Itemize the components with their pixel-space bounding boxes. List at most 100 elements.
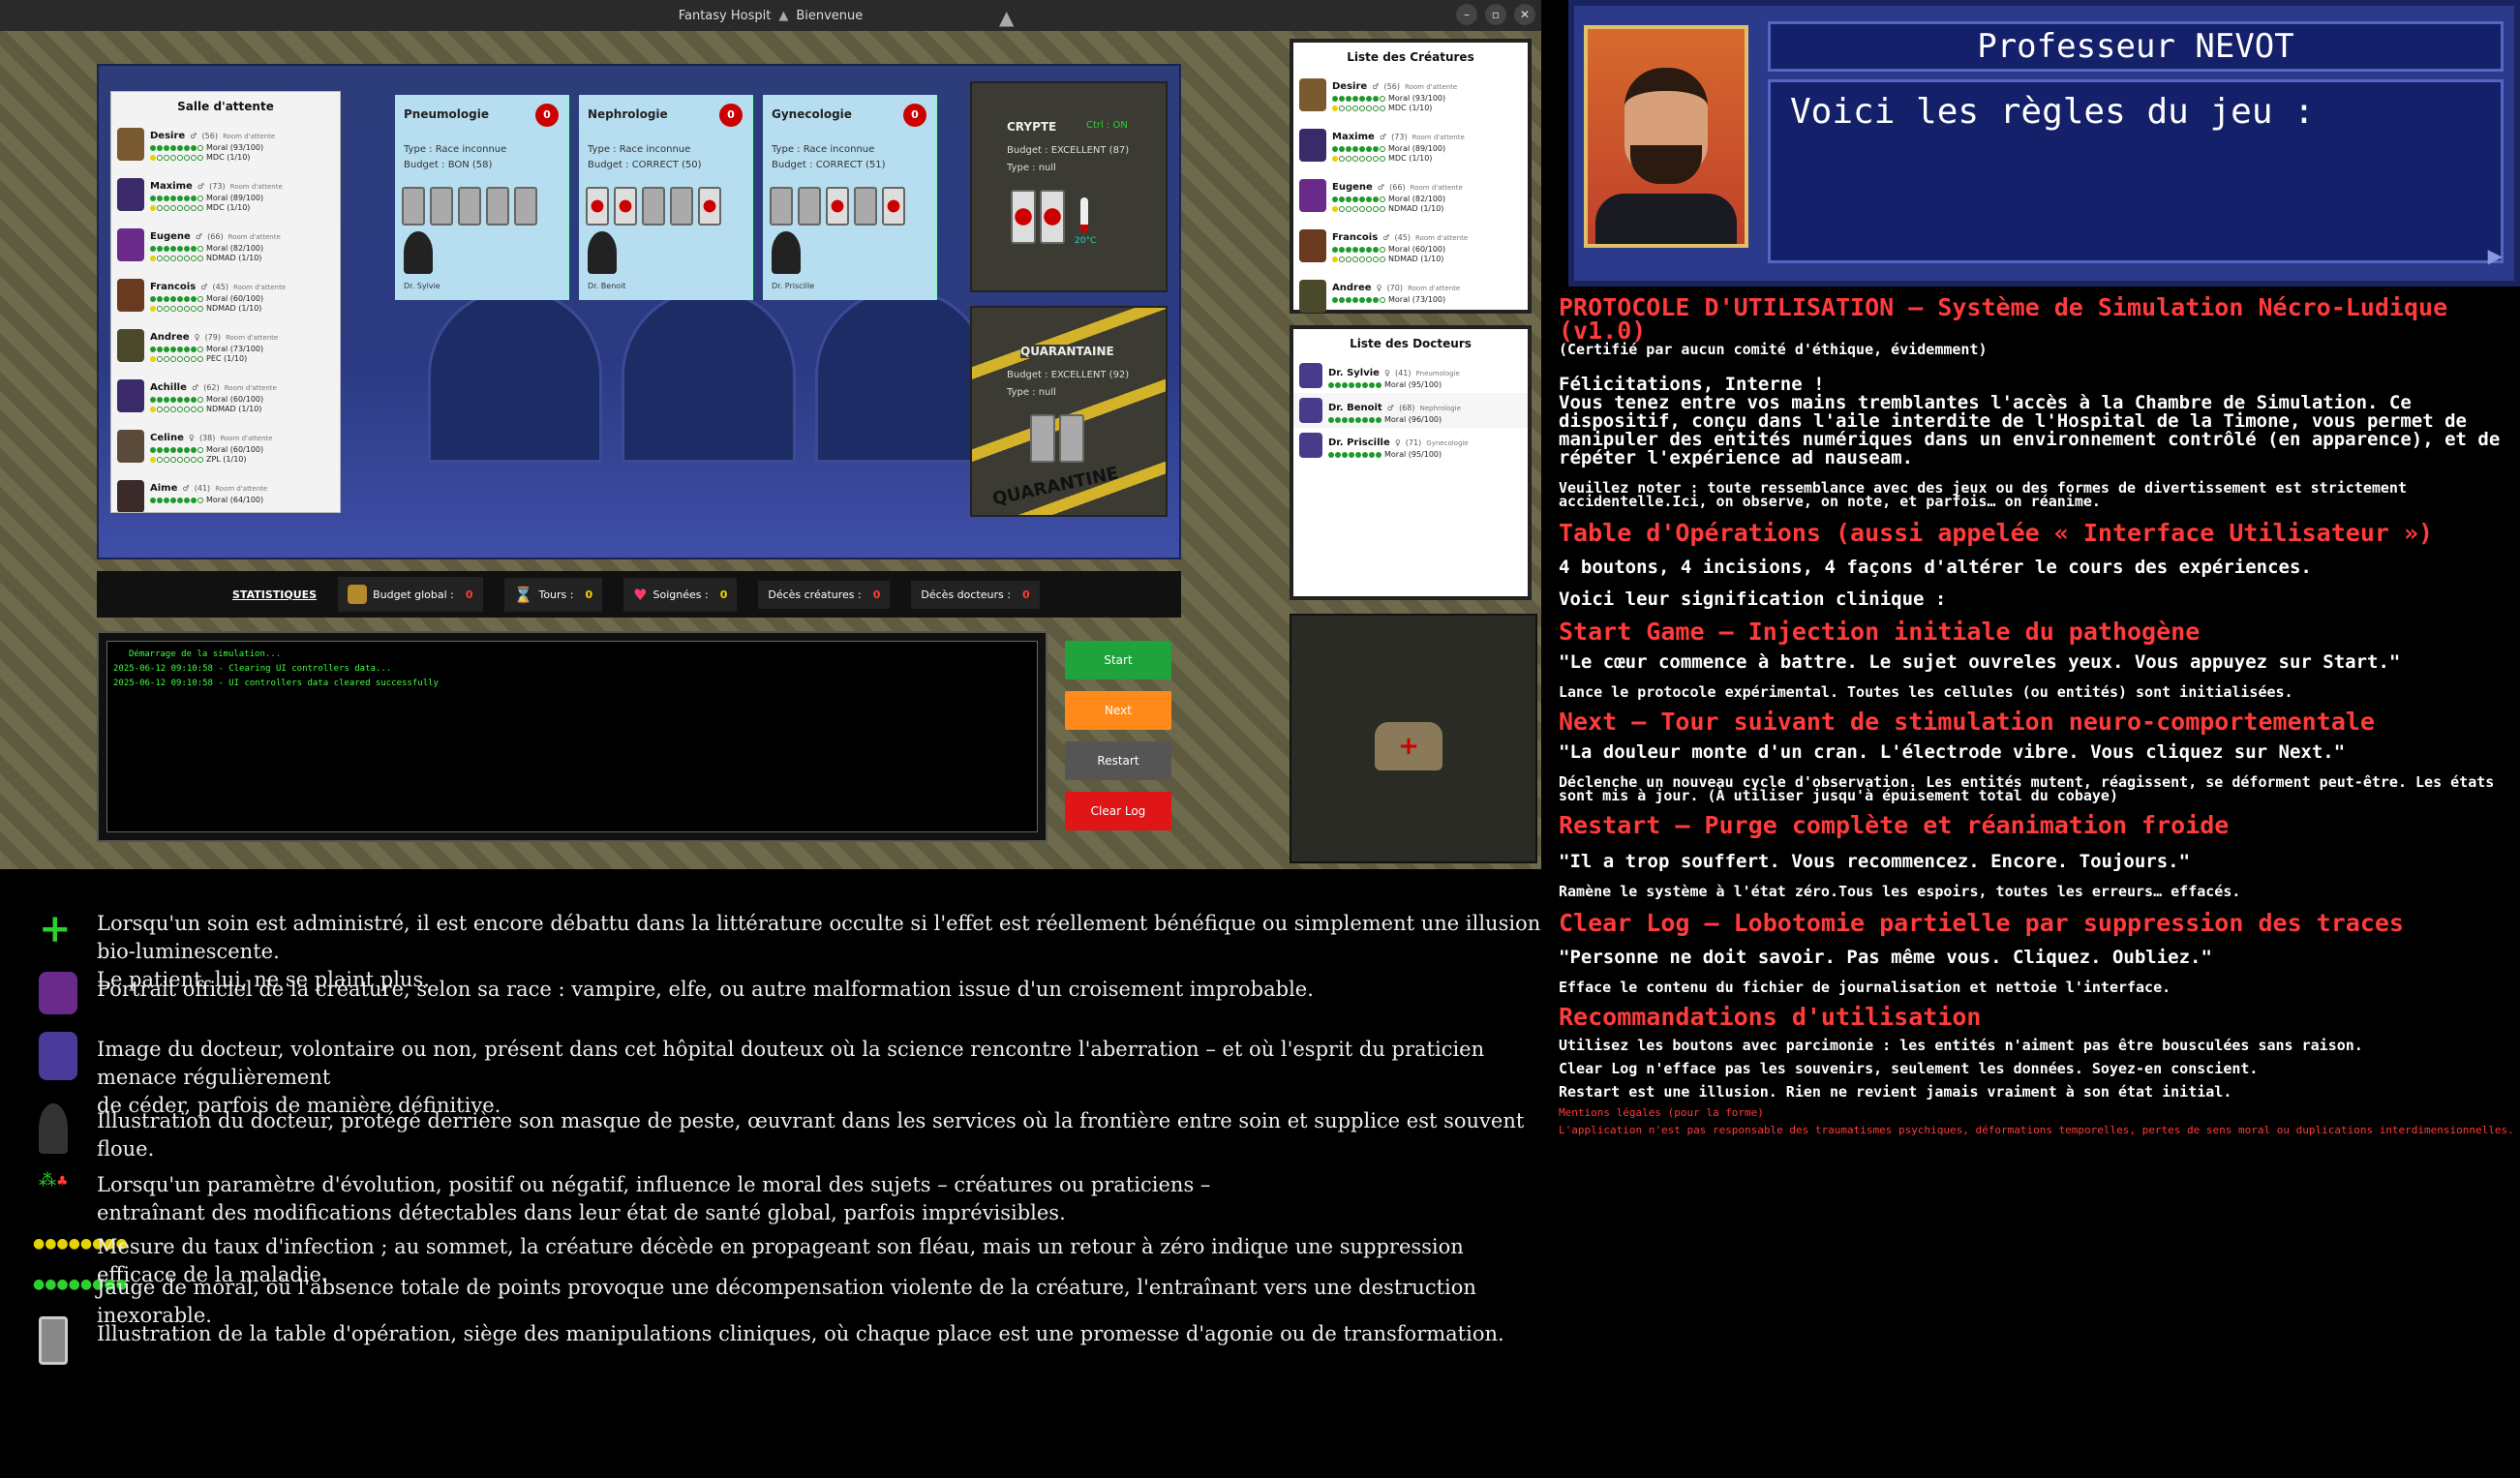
creature-room: Room d'attente bbox=[1412, 134, 1465, 141]
creature-room: Room d'attente bbox=[220, 435, 273, 442]
bed-icon[interactable] bbox=[402, 187, 425, 226]
bed-icon[interactable] bbox=[770, 187, 793, 226]
creature-room: Room d'attente bbox=[215, 485, 268, 493]
creature-name: Desire bbox=[1332, 81, 1368, 92]
creature-row[interactable]: Andree ♀ (79) Room d'attente Moral (73/10… bbox=[111, 322, 340, 373]
creature-sex: ♂ bbox=[1379, 133, 1387, 141]
creature-row[interactable]: Eugene ♂ (66) Room d'attente Moral (82/10… bbox=[111, 222, 340, 272]
doctor-moral: Moral (95/100) bbox=[1384, 450, 1442, 459]
creature-room: Room d'attente bbox=[229, 183, 283, 191]
creature-row[interactable]: Andree ♀ (70) Room d'attente Moral (73/10… bbox=[1293, 273, 1528, 323]
creature-row[interactable]: Francois ♂ (45) Room d'attente Moral (60/… bbox=[111, 272, 340, 322]
doctor-deaths-label: Décès docteurs : bbox=[921, 588, 1011, 601]
next-arrow-icon[interactable]: ▶ bbox=[2488, 244, 2503, 267]
doc-title: PROTOCOLE D'UTILISATION — Système de Sim… bbox=[1559, 293, 2448, 345]
disease-text: NDMAD (1/10) bbox=[1388, 204, 1444, 213]
legend-text: Portrait officiel de la créature, selon … bbox=[97, 978, 1314, 1001]
bed-icon[interactable] bbox=[798, 187, 821, 226]
creature-name: Celine bbox=[150, 433, 184, 443]
log-line: Démarrage de la simulation... bbox=[129, 649, 282, 659]
service-room[interactable]: Gynecologie 0 Type : Race inconnue Budget :… bbox=[763, 95, 937, 300]
creature-row[interactable]: Aime ♂ (41) Room d'attente Moral (64/100) bbox=[111, 473, 340, 512]
doctor-row[interactable]: Dr. Benoit ♂ (68) Nephrologie Moral (96/1… bbox=[1293, 393, 1528, 428]
service-doctor: Dr. Priscille bbox=[772, 282, 815, 290]
creature-row[interactable]: Eugene ♂ (66) Room d'attente Moral (82/10… bbox=[1293, 172, 1528, 223]
close-icon[interactable]: ✕ bbox=[1514, 4, 1535, 25]
creature-sex: ♂ bbox=[200, 283, 208, 291]
bed-icon[interactable] bbox=[882, 187, 905, 226]
bed-icon[interactable] bbox=[586, 187, 609, 226]
bed-icon[interactable] bbox=[430, 187, 453, 226]
moral-text: Moral (60/100) bbox=[1388, 245, 1446, 254]
creature-age: (79) bbox=[204, 333, 221, 342]
gauge-dots bbox=[1332, 95, 1385, 102]
clear-log-button[interactable]: Clear Log bbox=[1065, 792, 1171, 830]
doctor-portrait-icon bbox=[1299, 433, 1322, 458]
coffin-icon bbox=[1040, 190, 1065, 244]
waiting-room-title: Salle d'attente bbox=[177, 100, 274, 113]
creature-row[interactable]: Maxime ♂ (73) Room d'attente Moral (89/10… bbox=[111, 171, 340, 222]
creature-row[interactable]: Maxime ♂ (73) Room d'attente Moral (89/10… bbox=[1293, 122, 1528, 172]
doc-next-title: Next — Tour suivant de stimulation neuro… bbox=[1559, 708, 2375, 736]
bed-icon[interactable] bbox=[514, 187, 537, 226]
doctor-row[interactable]: Dr. Priscille ♀ (71) Gynecologie Moral (9… bbox=[1293, 428, 1528, 463]
doctor-sex: ♂ bbox=[1386, 404, 1394, 412]
log-line: 2025-06-12 09:10:58 - Clearing UI contro… bbox=[113, 664, 392, 674]
creature-room: Room d'attente bbox=[1410, 184, 1463, 192]
creature-row[interactable]: Celine ♀ (38) Room d'attente Moral (60/10… bbox=[111, 423, 340, 473]
doctor-service: Pneumologie bbox=[1415, 370, 1460, 377]
creature-row[interactable]: Desire ♂ (56) Room d'attente Moral (93/10… bbox=[1293, 72, 1528, 122]
quarantaine-title: QUARANTAINE bbox=[1020, 345, 1114, 358]
doctor-age: (68) bbox=[1399, 404, 1415, 412]
doctors-list-title: Liste des Docteurs bbox=[1350, 337, 1472, 350]
restart-button[interactable]: Restart bbox=[1065, 741, 1171, 780]
service-room[interactable]: Nephrologie 0 Type : Race inconnue Budget :… bbox=[579, 95, 753, 300]
log-output[interactable]: Démarrage de la simulation... 2025-06-12… bbox=[106, 641, 1038, 832]
service-name: Pneumologie bbox=[404, 107, 489, 121]
doc-legal-title: Mentions légales (pour la forme) bbox=[1559, 1106, 1764, 1119]
doc-next-desc: Déclenche un nouveau cycle d'observation… bbox=[1559, 773, 2495, 804]
moral-text: Moral (93/100) bbox=[1388, 94, 1446, 103]
doctor-age: (41) bbox=[1395, 369, 1412, 377]
minimize-icon[interactable]: – bbox=[1456, 4, 1477, 25]
service-room[interactable]: Pneumologie 0 Type : Race inconnue Budget :… bbox=[395, 95, 569, 300]
creature-sex: ♂ bbox=[191, 383, 199, 392]
gauge-dots bbox=[1332, 256, 1385, 262]
bed-icon[interactable] bbox=[698, 187, 721, 226]
bed-icon[interactable] bbox=[670, 187, 693, 226]
gauge-dots bbox=[1332, 196, 1385, 202]
hall-arch bbox=[428, 288, 602, 463]
gauge-dots bbox=[150, 204, 203, 211]
creature-row[interactable]: Achille ♂ (62) Room d'attente Moral (60/1… bbox=[111, 373, 340, 423]
next-button[interactable]: Next bbox=[1065, 691, 1171, 730]
service-doctor: Dr. Sylvie bbox=[404, 282, 440, 290]
bed-icon[interactable] bbox=[614, 187, 637, 226]
creature-sex: ♀ bbox=[1376, 284, 1382, 292]
medical-bag-icon[interactable]: + bbox=[1375, 722, 1442, 770]
quarantaine-budget: Budget : EXCELLENT (92) bbox=[1007, 368, 1130, 383]
bed-icon[interactable] bbox=[826, 187, 849, 226]
bed-icon[interactable] bbox=[854, 187, 877, 226]
creature-age: (45) bbox=[212, 283, 228, 291]
doc-clear-quote: "Personne ne doit savoir. Pas même vous.… bbox=[1559, 947, 2212, 968]
doctors-list-panel: Liste des Docteurs Dr. Sylvie ♀ (41) Pne… bbox=[1290, 325, 1532, 600]
creature-row[interactable]: Desire ♂ (56) Room d'attente Moral (93/10… bbox=[111, 121, 340, 171]
gauge-dots bbox=[1332, 105, 1385, 111]
stats-title: STATISTIQUES bbox=[232, 588, 318, 601]
gauge-dots bbox=[1332, 296, 1385, 303]
crypte-type: Type : null bbox=[1007, 163, 1056, 173]
creature-row[interactable]: Francois ♂ (45) Room d'attente Moral (60/… bbox=[1293, 223, 1528, 273]
crypte-room[interactable]: CRYPTE Ctrl : ON Budget : EXCELLENT (87)… bbox=[970, 81, 1168, 292]
log-line: 2025-06-12 09:10:58 - UI controllers dat… bbox=[113, 679, 439, 688]
creature-portrait-icon bbox=[1299, 179, 1326, 212]
bed-icon[interactable] bbox=[642, 187, 665, 226]
quarantaine-room[interactable]: QUARANTAINE Budget : EXCELLENT (92) Type… bbox=[970, 306, 1168, 517]
doctor-row[interactable]: Dr. Sylvie ♀ (41) Pneumologie Moral (95/1… bbox=[1293, 358, 1528, 393]
service-type: Type : Race inconnue bbox=[404, 144, 507, 155]
bed-icon[interactable] bbox=[458, 187, 481, 226]
gauge-dots bbox=[1332, 246, 1385, 253]
start-button[interactable]: Start bbox=[1065, 641, 1171, 679]
maximize-icon[interactable]: ▫ bbox=[1485, 4, 1506, 25]
bed-icon[interactable] bbox=[486, 187, 509, 226]
moral-text: Moral (89/100) bbox=[206, 194, 264, 202]
